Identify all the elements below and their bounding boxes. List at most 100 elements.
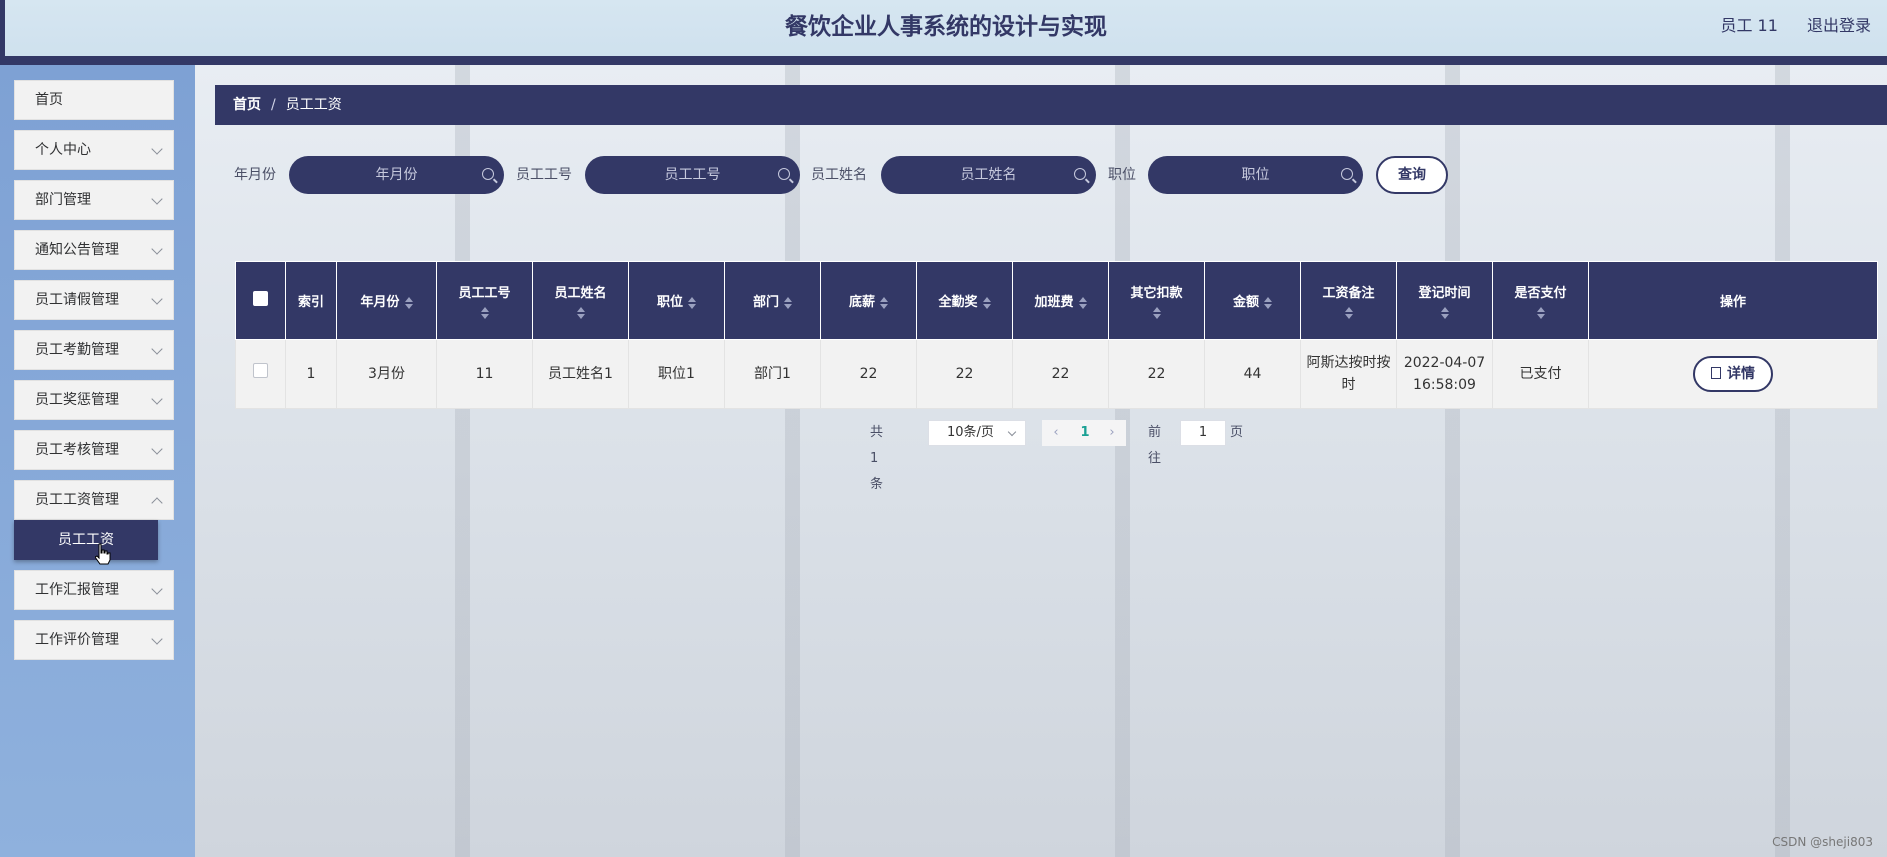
search-icon <box>778 168 790 180</box>
chevron-down-icon <box>151 393 163 405</box>
sort-icon[interactable] <box>1078 296 1087 309</box>
column-header-month[interactable]: 年月份 <box>336 261 437 340</box>
name-label: 员工姓名 <box>811 167 867 183</box>
current-page[interactable]: 1 <box>1075 420 1095 446</box>
search-icon <box>1074 168 1086 180</box>
prev-page-button[interactable]: ‹ <box>1046 420 1066 446</box>
sort-icon[interactable] <box>688 296 696 309</box>
month-input[interactable]: 年月份 <box>289 156 504 194</box>
sidebar-item-home[interactable]: 首页 <box>14 80 174 120</box>
page-title: 餐饮企业人事系统的设计与实现 <box>785 14 1107 40</box>
sidebar-item-evaluation[interactable]: 工作评价管理 <box>14 620 174 660</box>
goto-page-input[interactable]: 1 <box>1180 420 1226 446</box>
sort-icon[interactable] <box>1264 296 1272 309</box>
sidebar-item-notice[interactable]: 通知公告管理 <box>14 230 174 270</box>
cell-amount: 44 <box>1204 339 1301 409</box>
breadcrumb: 首页 / 员工工资 <box>215 85 1887 125</box>
sidebar-subitem-salary[interactable]: 员工工资 <box>14 520 158 560</box>
cell-name: 员工姓名1 <box>532 339 629 409</box>
cell-dept: 部门1 <box>724 339 821 409</box>
empno-input[interactable]: 员工工号 <box>585 156 800 194</box>
column-header-time[interactable]: 登记时间 <box>1396 261 1493 340</box>
sidebar-item-label: 员工奖惩管理 <box>35 392 119 408</box>
sort-icon[interactable] <box>480 307 489 319</box>
column-header-overtime[interactable]: 加班费 <box>1012 261 1109 340</box>
sidebar-item-label: 部门管理 <box>35 192 91 208</box>
column-header-dept[interactable]: 部门 <box>724 261 821 340</box>
position-input[interactable]: 职位 <box>1148 156 1363 194</box>
column-header-amount[interactable]: 金额 <box>1204 261 1301 340</box>
sort-icon[interactable] <box>404 296 413 309</box>
column-header-position[interactable]: 职位 <box>628 261 725 340</box>
document-icon <box>1711 367 1721 379</box>
column-header-index: 索引 <box>285 261 337 340</box>
sidebar-item-salary[interactable]: 员工工资管理 <box>14 480 174 520</box>
sidebar-item-department[interactable]: 部门管理 <box>14 180 174 220</box>
goto-label: 前往 <box>1148 425 1162 466</box>
chevron-down-icon <box>1007 427 1017 437</box>
month-label: 年月份 <box>234 167 276 183</box>
detail-button-label: 详情 <box>1727 366 1755 382</box>
cell-index: 1 <box>285 339 337 409</box>
sidebar-item-reward[interactable]: 员工奖惩管理 <box>14 380 174 420</box>
empno-label: 员工工号 <box>516 167 572 183</box>
column-header-empno[interactable]: 员工工号 <box>436 261 533 340</box>
sidebar-item-report[interactable]: 工作汇报管理 <box>14 570 174 610</box>
header: 餐饮企业人事系统的设计与实现 员工 11 退出登录 <box>0 0 1887 56</box>
logout-link[interactable]: 退出登录 <box>1807 16 1871 35</box>
sort-icon[interactable] <box>784 296 792 309</box>
sidebar-item-label: 首页 <box>35 92 63 108</box>
breadcrumb-home[interactable]: 首页 <box>233 97 261 113</box>
sidebar-item-profile[interactable]: 个人中心 <box>14 130 174 170</box>
sort-icon[interactable] <box>1440 307 1449 319</box>
table-header-row: 索引 年月份 员工工号 员工姓名 职位 部门 底薪 全勤奖 加班费 其它扣款 金… <box>235 261 1878 340</box>
sidebar-item-label: 工作评价管理 <box>35 632 119 648</box>
chevron-down-icon <box>151 193 163 205</box>
sort-icon[interactable] <box>1344 307 1353 319</box>
column-header-remark[interactable]: 工资备注 <box>1300 261 1397 340</box>
row-checkbox[interactable] <box>253 363 268 378</box>
cell-empno: 11 <box>436 339 533 409</box>
sort-icon[interactable] <box>880 296 888 309</box>
cell-action: 详情 <box>1588 339 1878 409</box>
column-header-name[interactable]: 员工姓名 <box>532 261 629 340</box>
cell-month: 3月份 <box>336 339 437 409</box>
detail-button[interactable]: 详情 <box>1693 356 1773 392</box>
column-header-paid[interactable]: 是否支付 <box>1492 261 1589 340</box>
header-divider <box>0 56 1887 65</box>
page-size-select[interactable]: 10条/页 <box>928 420 1026 446</box>
user-name: 员工 11 <box>1720 16 1778 35</box>
select-all-checkbox[interactable] <box>253 291 268 306</box>
cell-attendance: 22 <box>916 339 1013 409</box>
position-label: 职位 <box>1108 167 1136 183</box>
next-page-button[interactable]: › <box>1102 420 1122 446</box>
salary-table: 索引 年月份 员工工号 员工姓名 职位 部门 底薪 全勤奖 加班费 其它扣款 金… <box>235 261 1878 409</box>
column-header-base[interactable]: 底薪 <box>820 261 917 340</box>
sort-icon[interactable] <box>982 296 991 309</box>
pagination-total: 共 1 条 <box>870 425 884 492</box>
name-input[interactable]: 员工姓名 <box>881 156 1096 194</box>
sidebar-item-label: 员工考勤管理 <box>35 342 119 358</box>
search-icon <box>1341 168 1353 180</box>
hand-cursor-icon <box>95 543 111 565</box>
query-button[interactable]: 查询 <box>1376 156 1448 194</box>
column-header-action: 操作 <box>1588 261 1878 340</box>
cell-base: 22 <box>820 339 917 409</box>
sidebar-item-label: 员工考核管理 <box>35 442 119 458</box>
column-header-deduction[interactable]: 其它扣款 <box>1108 261 1205 340</box>
sidebar-item-leave[interactable]: 员工请假管理 <box>14 280 174 320</box>
user-area: 员工 11 退出登录 <box>1696 0 1871 52</box>
sort-icon[interactable] <box>576 307 585 319</box>
chevron-down-icon <box>151 583 163 595</box>
select-all-header[interactable] <box>235 261 286 340</box>
cell-deduction: 22 <box>1108 339 1205 409</box>
sidebar-item-attendance[interactable]: 员工考勤管理 <box>14 330 174 370</box>
cell-time: 2022-04-07 16:58:09 <box>1396 339 1493 409</box>
sort-icon[interactable] <box>1536 307 1545 319</box>
column-header-attendance[interactable]: 全勤奖 <box>916 261 1013 340</box>
breadcrumb-separator: / <box>271 97 276 113</box>
sidebar-item-assessment[interactable]: 员工考核管理 <box>14 430 174 470</box>
row-select[interactable] <box>235 339 286 409</box>
sort-icon[interactable] <box>1152 307 1161 319</box>
chevron-down-icon <box>151 633 163 645</box>
